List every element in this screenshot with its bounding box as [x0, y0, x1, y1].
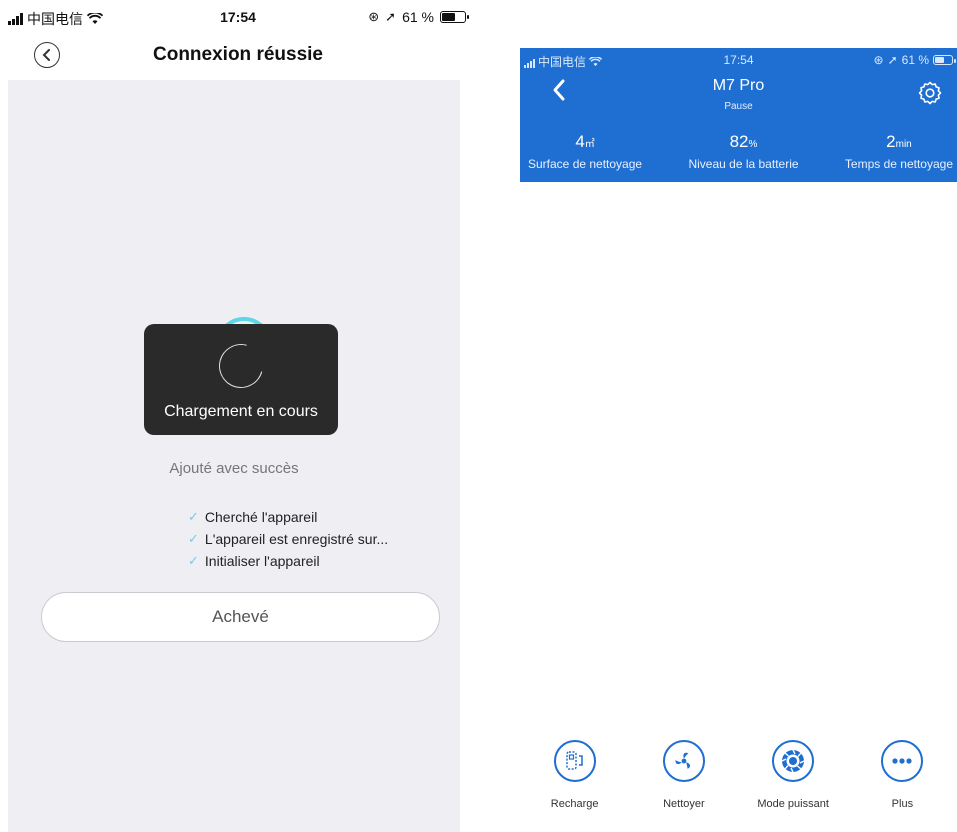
loading-toast: Chargement en cours [144, 324, 338, 435]
check-icon: ✓ [188, 509, 199, 524]
step-item: ✓ L'appareil est enregistré sur... [188, 528, 388, 550]
stat-label: Temps de nettoyage [844, 157, 953, 171]
location-arrow-icon: ➚ [385, 9, 397, 24]
device-header: 中国电信 17:54 ⊛ ➚ 61 % M7 Pro Pause 4㎡ Surf… [520, 48, 957, 182]
action-label: Plus [891, 798, 914, 810]
nav-bar: Connexion réussie [0, 34, 476, 78]
turbo-mode-button[interactable]: Mode puissant [739, 740, 848, 810]
status-right: ⊛ ➚ 61 % [873, 53, 956, 67]
clean-button[interactable]: Nettoyer [629, 740, 738, 810]
status-right: ⊛ ➚ 61 % [368, 9, 469, 25]
done-button[interactable]: Achevé [41, 592, 440, 642]
stat-label: Niveau de la batterie [688, 157, 799, 171]
location-lock-icon: ⊛ [873, 53, 884, 67]
step-label: Initialiser l'appareil [204, 553, 320, 569]
stat-unit: % [748, 139, 758, 150]
stat-value: 82 [729, 132, 749, 151]
stat-label: Surface de nettoyage [528, 157, 643, 171]
battery-icon [440, 11, 469, 23]
stat-unit: min [895, 139, 912, 150]
gear-icon [918, 81, 942, 105]
step-label: L'appareil est enregistré sur... [204, 531, 389, 547]
stats-row: 4㎡ Surface de nettoyage 82% Niveau de la… [520, 132, 957, 171]
action-bar: Recharge Nettoyer Mode puissant Plus [520, 740, 957, 810]
check-icon: ✓ [188, 531, 199, 546]
stat-value: 4 [575, 132, 585, 151]
recharge-icon [553, 740, 596, 782]
step-item: ✓ Initialiser l'appareil [188, 550, 388, 572]
location-arrow-icon: ➚ [887, 53, 898, 67]
device-status: Pause [724, 101, 753, 112]
device-title: M7 Pro [712, 77, 765, 94]
status-bar: 中国电信 17:54 ⊛ ➚ 61 % [520, 48, 957, 72]
turbo-icon [772, 740, 815, 782]
battery-fill [442, 13, 455, 21]
battery-icon [933, 55, 956, 65]
stat-time: 2min Temps de nettoyage [845, 132, 953, 171]
stat-battery: 82% Niveau de la batterie [688, 132, 798, 171]
toast-message: Chargement en cours [164, 403, 318, 420]
right-screen: 中国电信 17:54 ⊛ ➚ 61 % M7 Pro Pause 4㎡ Surf… [520, 48, 957, 832]
page-title: Connexion réussie [153, 44, 323, 65]
spinner-icon [210, 335, 272, 397]
content-panel: Chargement en cours Ajouté avec succès ✓… [8, 80, 460, 832]
step-list: ✓ Cherché l'appareil ✓ L'appareil est enre… [188, 506, 388, 572]
success-text: Ajouté avec succès [169, 460, 299, 477]
step-item: ✓ Cherché l'appareil [188, 506, 388, 528]
check-icon: ✓ [188, 553, 199, 568]
action-label: Nettoyer [663, 798, 705, 810]
stat-unit: ㎡ [584, 139, 595, 150]
stat-area: 4㎡ Surface de nettoyage [528, 132, 642, 171]
action-label: Mode puissant [757, 798, 829, 810]
settings-button[interactable] [917, 80, 943, 106]
fan-icon [662, 740, 705, 782]
battery-percent: 61 % [901, 53, 929, 67]
battery-percent: 61 % [402, 9, 434, 25]
location-lock-icon: ⊛ [368, 9, 380, 24]
step-label: Cherché l'appareil [204, 509, 318, 525]
recharge-button[interactable]: Recharge [520, 740, 629, 810]
more-button[interactable]: Plus [848, 740, 957, 810]
status-bar: 中国电信 17:54 ⊛ ➚ 61 % [0, 0, 476, 34]
battery-fill [935, 57, 944, 63]
more-icon [881, 740, 924, 782]
action-label: Recharge [550, 798, 599, 810]
stat-value: 2 [886, 132, 896, 151]
left-screen: 中国电信 17:54 ⊛ ➚ 61 % Connexion réussie Ch… [0, 0, 476, 832]
